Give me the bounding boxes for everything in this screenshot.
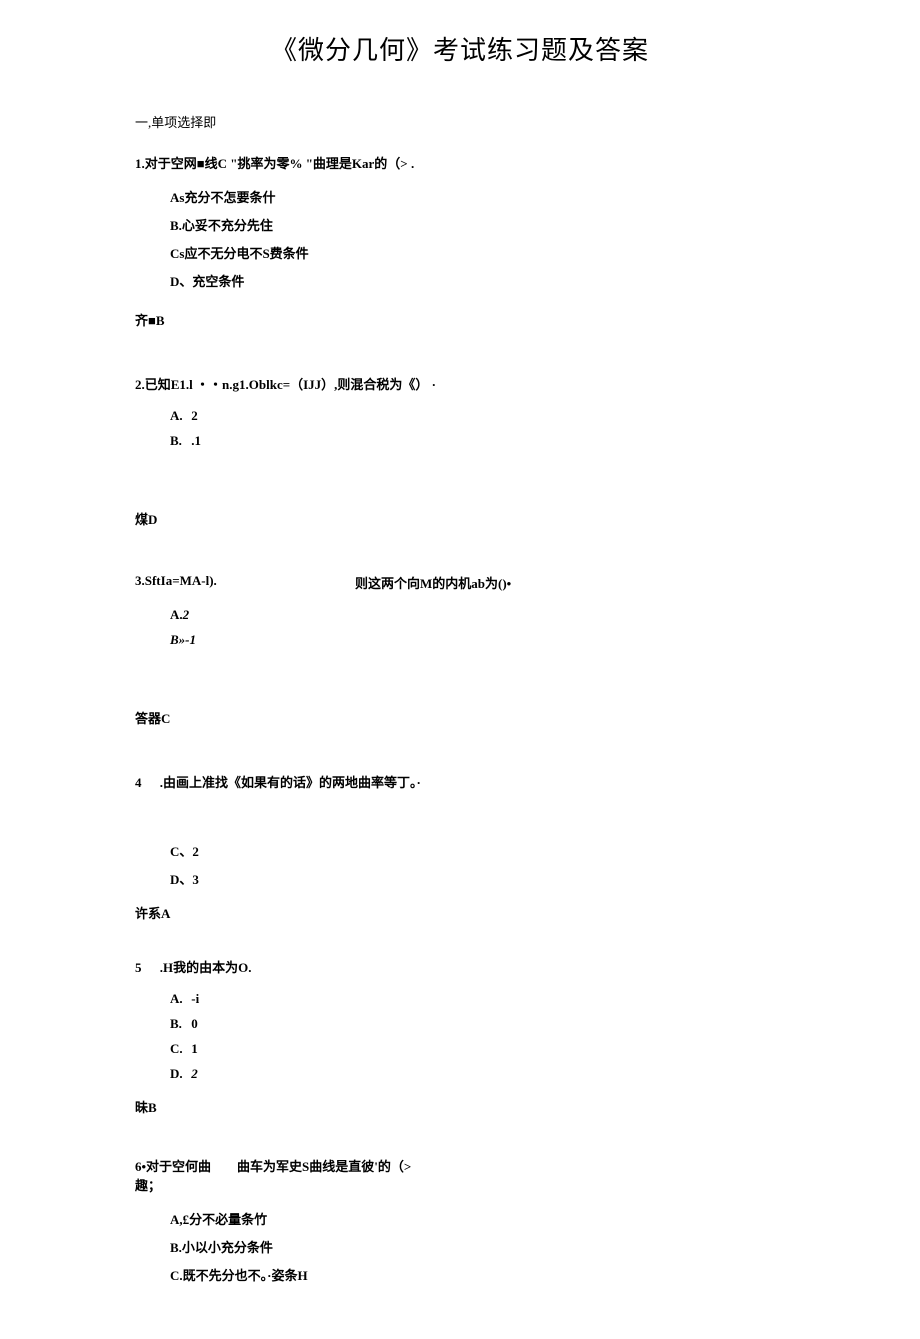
- q5-option-c: C. 1: [170, 1041, 785, 1057]
- q5-a-value: -i: [191, 991, 199, 1006]
- q1-text: 1.对于空网■线C "挑率为零% "曲理是Kar的（> .: [135, 153, 785, 172]
- q5-c-value: 1: [191, 1041, 198, 1056]
- q5-d-label: D.: [170, 1066, 188, 1082]
- q3-option-a: A.2: [170, 607, 785, 623]
- q5-answer: 昧B: [135, 1097, 785, 1116]
- q2-a-value: 2: [191, 408, 198, 423]
- q5-option-b: B. 0: [170, 1016, 785, 1032]
- q3-text-right: 则这两个向M的内机ab为()•: [355, 573, 511, 592]
- q6-option-c: C.既不先分也不。·姿条H: [170, 1265, 785, 1284]
- question-5: 5 .H我的由本为O. A. -i B. 0 C. 1 D. 2: [135, 957, 785, 1082]
- q4-option-d: D、3: [170, 869, 785, 888]
- section-heading: 一,单项选择即: [135, 112, 785, 131]
- q4-body: .由画上准找《如果有的话》的两地曲率等丁。·: [160, 775, 421, 790]
- q4-option-c: C、2: [170, 841, 785, 860]
- q3-answer: 答器C: [135, 708, 785, 727]
- q1-answer: 齐■B: [135, 310, 785, 329]
- q4-num: 4: [135, 775, 142, 790]
- q1-option-a: As充分不怎要条什: [170, 187, 785, 206]
- q1-option-d: D、充空条件: [170, 271, 785, 290]
- document-body: 《微分几何》考试练习题及答案 一,单项选择即 1.对于空网■线C "挑率为零% …: [0, 30, 920, 1284]
- q5-option-a: A. -i: [170, 991, 785, 1007]
- question-2: 2.已知E1.l ・・n.g1.Oblkc=（IJJ）,则混合税为《） · A.…: [135, 374, 785, 449]
- q3-text-left: 3.SftIa=MA-l).: [135, 573, 355, 592]
- q5-b-label: B.: [170, 1016, 188, 1032]
- q6-option-a: A,£分不必量条竹: [170, 1209, 785, 1228]
- q1-option-c: Cs应不无分电不S费条件: [170, 243, 785, 262]
- q5-text: 5 .H我的由本为O.: [135, 957, 785, 976]
- question-3: 3.SftIa=MA-l). 则这两个向M的内机ab为()• A.2 B»-1: [135, 573, 785, 648]
- q5-d-value: 2: [191, 1066, 198, 1081]
- q1-option-b: B.心妥不充分先住: [170, 215, 785, 234]
- q5-options: A. -i B. 0 C. 1 D. 2: [135, 991, 785, 1082]
- question-6: 6•对于空何曲趣； 曲车为军史S曲线是直彼'的（> A,£分不必量条竹 B.小以…: [135, 1156, 785, 1284]
- q2-answer: 煤D: [135, 509, 785, 528]
- q2-b-label: B.: [170, 433, 188, 449]
- q5-num: 5: [135, 960, 142, 975]
- q5-option-d: D. 2: [170, 1066, 785, 1082]
- q6-text-mid: 曲车为军史S曲线是直彼'的（>: [237, 1156, 411, 1194]
- q1-options: As充分不怎要条什 B.心妥不充分先住 Cs应不无分电不S费条件 D、充空条件: [135, 187, 785, 290]
- q2-text: 2.已知E1.l ・・n.g1.Oblkc=（IJJ）,则混合税为《） ·: [135, 374, 785, 393]
- q4-text: 4 .由画上准找《如果有的话》的两地曲率等丁。·: [135, 772, 785, 791]
- q6-option-b: B.小以小充分条件: [170, 1237, 785, 1256]
- q6-text: 6•对于空何曲趣； 曲车为军史S曲线是直彼'的（>: [135, 1156, 785, 1194]
- q3-a-label: A.: [170, 607, 183, 622]
- question-1: 1.对于空网■线C "挑率为零% "曲理是Kar的（> . As充分不怎要条什 …: [135, 153, 785, 290]
- q2-a-label: A.: [170, 408, 188, 424]
- q4-options: C、2 D、3: [135, 841, 785, 888]
- document-title: 《微分几何》考试练习题及答案: [135, 30, 785, 67]
- q3-option-b: B»-1: [170, 632, 785, 648]
- q5-c-label: C.: [170, 1041, 188, 1057]
- q2-option-a: A. 2: [170, 408, 785, 424]
- q2-b-value: .1: [191, 433, 201, 448]
- q3-a-value: 2: [183, 607, 190, 622]
- q5-b-value: 0: [191, 1016, 198, 1031]
- q6-options: A,£分不必量条竹 B.小以小充分条件 C.既不先分也不。·姿条H: [135, 1209, 785, 1284]
- q4-answer: 许系A: [135, 903, 785, 922]
- q2-options: A. 2 B. .1: [135, 408, 785, 449]
- q5-body: .H我的由本为O.: [160, 960, 252, 975]
- q6-text-left: 6•对于空何曲趣；: [135, 1156, 237, 1194]
- q3-text: 3.SftIa=MA-l). 则这两个向M的内机ab为()•: [135, 573, 785, 592]
- q2-option-b: B. .1: [170, 433, 785, 449]
- question-4: 4 .由画上准找《如果有的话》的两地曲率等丁。· C、2 D、3: [135, 772, 785, 888]
- q5-a-label: A.: [170, 991, 188, 1007]
- q3-options: A.2 B»-1: [135, 607, 785, 648]
